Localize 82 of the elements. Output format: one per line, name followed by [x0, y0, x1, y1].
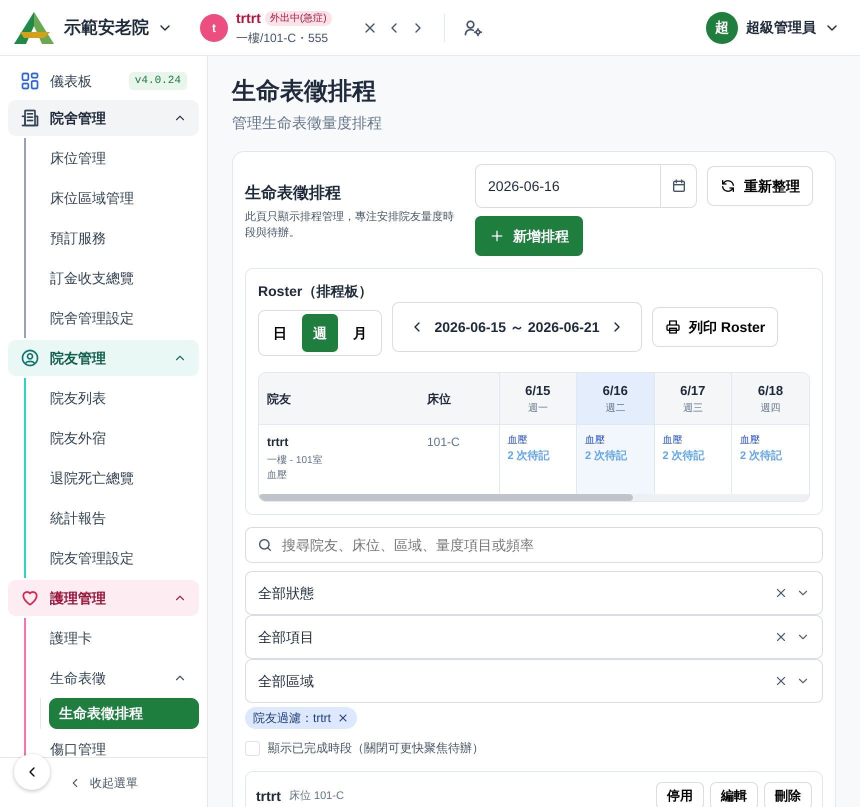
view-tab[interactable]: 週 [302, 314, 338, 352]
menu-group[interactable]: 院舍管理 [8, 100, 199, 136]
pending-count: 2 次待記 [662, 448, 706, 464]
sidebar-item[interactable]: 統計報告 [26, 498, 199, 538]
show-completed-checkbox[interactable] [245, 740, 260, 756]
measure-link[interactable]: 血壓 [662, 432, 723, 448]
page-title: 生命表徵排程 [232, 78, 377, 107]
measure-link[interactable]: 血壓 [585, 432, 646, 448]
pending-count: 2 次待記 [585, 448, 628, 464]
action-button[interactable]: 刪除 [764, 782, 812, 807]
status-badge: 外出中(急症) [264, 11, 332, 26]
card-description: 此頁只顯示排程管理，專注安排院友量度時段與待辦。 [245, 210, 455, 241]
resident-name: trtrt [256, 786, 281, 806]
refresh-button[interactable]: 重新整理 [707, 166, 813, 206]
day-header: 6/16 週二 [576, 373, 654, 424]
checkbox-label: 顯示已完成時段（關閉可更快聚焦待辦） [268, 740, 484, 758]
sidebar-item[interactable]: 床位管理 [26, 138, 199, 178]
table-cell: 101-C [419, 424, 499, 494]
user-avatar: 超 [706, 12, 738, 44]
day-header: 6/15 週一 [499, 373, 576, 424]
user-settings-icon[interactable] [462, 18, 483, 38]
print-icon [665, 319, 681, 336]
sidebar-item[interactable]: 院友外宿 [26, 418, 199, 458]
resident-name: trtrt [267, 434, 290, 451]
sidebar-item[interactable]: 院友管理設定 [26, 538, 199, 578]
date-range: 2026-06-15 ～ 2026-06-21 [433, 318, 600, 337]
sidebar-item[interactable]: 院舍管理設定 [26, 298, 199, 338]
heart-icon [20, 588, 40, 608]
building-icon [20, 108, 40, 128]
column-header: 床位 [419, 373, 499, 424]
view-tab[interactable]: 月 [342, 314, 378, 352]
column-header: 院友 [259, 373, 419, 424]
sidebar-item[interactable]: 預訂服務 [26, 218, 199, 258]
pending-count: 2 次待記 [508, 448, 551, 464]
grid-icon [20, 71, 40, 91]
logo-icon [12, 10, 56, 46]
facility-name[interactable]: 示範安老院 [64, 14, 149, 40]
calendar-icon [670, 178, 686, 194]
day-header: 6/17 週三 [654, 373, 732, 424]
roster-title: Roster（排程板） [258, 282, 374, 302]
date-field[interactable]: 2026-06-16 [475, 164, 697, 208]
filter-dropdown[interactable]: 全部區域 [245, 659, 823, 704]
sidebar-item[interactable]: 生命表徵排程 [49, 698, 199, 729]
view-tab[interactable]: 日 [262, 314, 298, 352]
page-subtitle: 管理生命表徵量度排程 [232, 114, 383, 134]
measure-item: 血壓 [267, 468, 288, 483]
search-field[interactable]: 搜尋院友、床位、區域、量度項目或頻率 [245, 527, 823, 564]
sidebar-item[interactable]: 傷口管理 [26, 729, 199, 757]
filter-dropdown[interactable]: 全部狀態 [245, 571, 823, 616]
close-icon[interactable] [337, 712, 349, 724]
measure-link[interactable]: 血壓 [740, 432, 801, 448]
person-icon [20, 348, 40, 368]
card-title: 生命表徵排程 [245, 184, 342, 204]
resident-location: 一樓 - 101室 [267, 454, 324, 468]
sidebar-item[interactable]: 生命表徵 [26, 658, 199, 698]
menu-label: 生命表徵 [50, 668, 106, 688]
action-button[interactable]: 停用 [656, 782, 704, 807]
print-roster-button[interactable]: 列印 Roster [652, 307, 778, 348]
add-schedule-button[interactable]: 新增排程 [475, 216, 583, 256]
day-header: 6/18 週四 [732, 373, 809, 424]
sidebar-item[interactable]: 退院死亡總覽 [26, 458, 199, 498]
patient-avatar: t [200, 14, 228, 42]
menu-group[interactable]: 護理管理 [8, 580, 199, 616]
collapse-menu-link[interactable]: 收起選單 [68, 774, 138, 792]
sidebar-item[interactable]: 護理卡 [26, 618, 199, 658]
measure-link[interactable]: 血壓 [508, 432, 568, 448]
sidebar-item[interactable]: 儀表板 v4.0.24 [8, 62, 199, 100]
user-name[interactable]: 超級管理員 [746, 17, 816, 38]
menu-label: 儀表板 [50, 72, 92, 90]
refresh-icon [720, 178, 736, 194]
sidebar-item[interactable]: 訂金收支總覽 [26, 258, 199, 298]
filter-dropdown[interactable]: 全部項目 [245, 615, 823, 660]
patient-location: 一樓/101-C・555 [236, 30, 330, 47]
action-button[interactable]: 編輯 [710, 782, 758, 807]
patient-name: trtrt [236, 9, 261, 28]
sidebar-item[interactable]: 院友列表 [26, 378, 199, 418]
filter-chip[interactable]: 院友過濾：trtrt [245, 707, 357, 730]
sidebar-item[interactable]: 床位區域管理 [26, 178, 199, 218]
bed-label: 床位 101-C [288, 788, 344, 804]
version-badge: v4.0.24 [128, 72, 187, 90]
menu-group[interactable]: 院友管理 [8, 340, 199, 376]
pending-count: 2 次待記 [740, 448, 784, 464]
